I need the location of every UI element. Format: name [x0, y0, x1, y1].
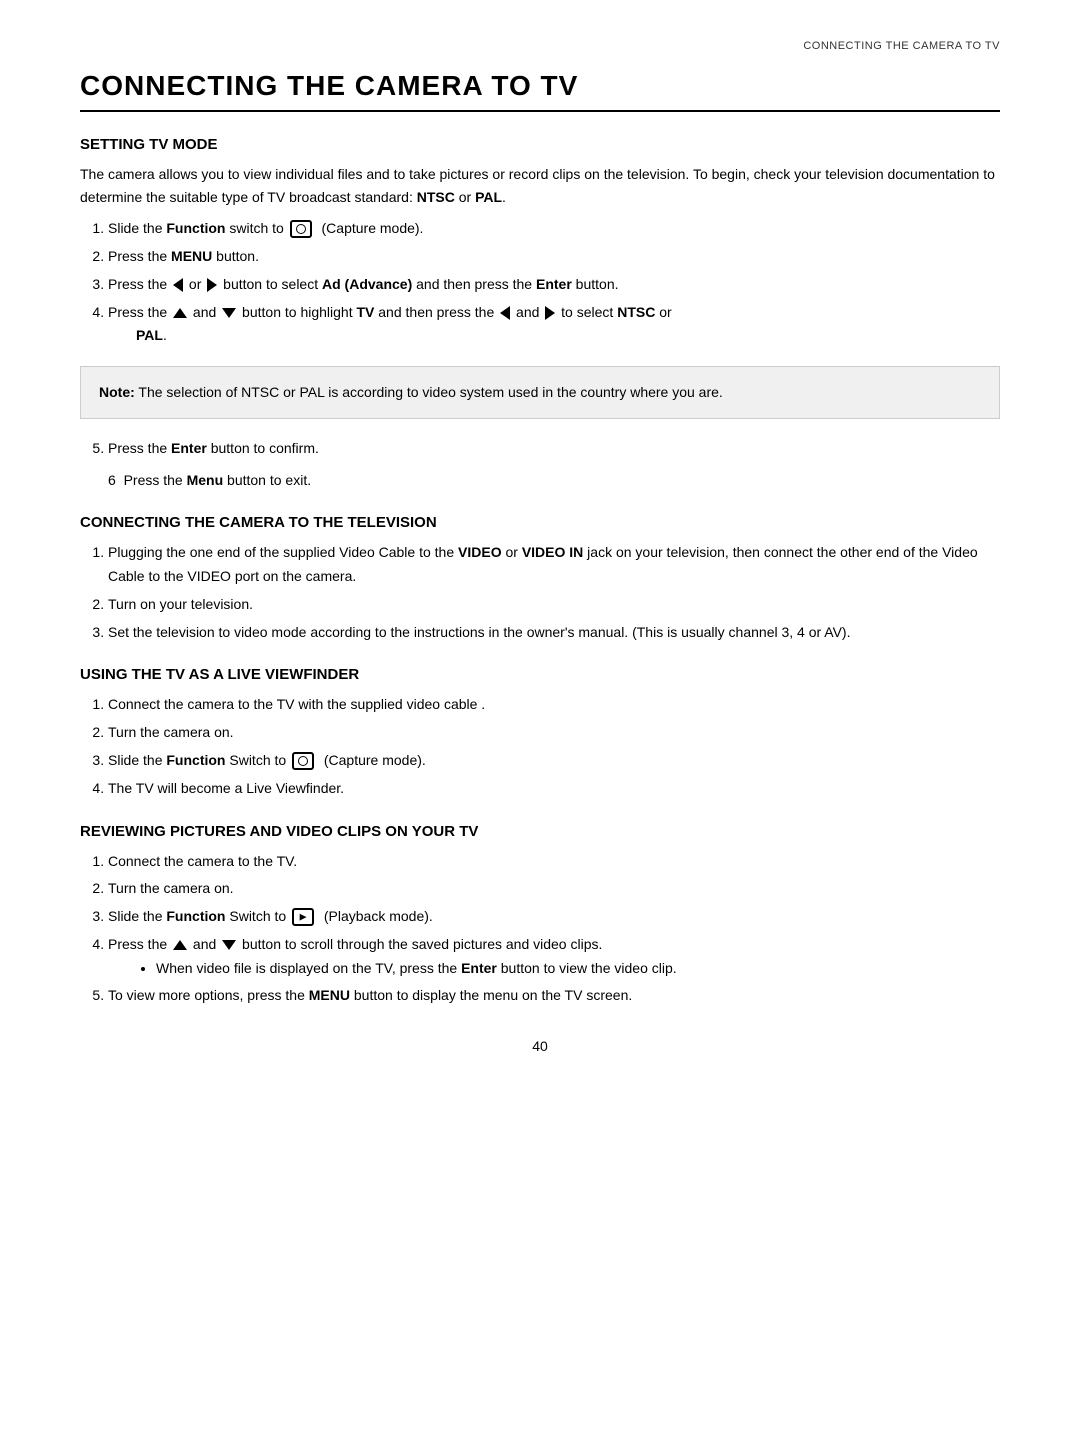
video-in-label: VIDEO IN [522, 544, 583, 560]
menu-label-3: MENU [309, 987, 350, 1003]
page: CONNECTING THE CAMERA TO TV CONNECTING T… [0, 0, 1080, 1451]
page-header: CONNECTING THE CAMERA TO TV [80, 40, 1000, 52]
main-title: CONNECTING THE CAMERA TO TV [80, 70, 1000, 112]
step-4: Press the and button to highlight TV and… [108, 301, 1000, 349]
step-5: Press the Enter button to confirm. [108, 437, 1000, 461]
ad-advance-label: Ad (Advance) [322, 276, 412, 292]
review-substeps: When video file is displayed on the TV, … [156, 957, 1000, 980]
viewfinder-step-4: The TV will become a Live Viewfinder. [108, 777, 1000, 801]
header-text: CONNECTING THE CAMERA TO TV [803, 40, 1000, 52]
arrow-up-icon-2 [173, 940, 187, 950]
step-2: Press the MENU button. [108, 245, 1000, 269]
enter-label-2: Enter [171, 440, 207, 456]
ntsc-label-2: NTSC [617, 304, 655, 320]
review-step-4: Press the and button to scroll through t… [108, 933, 1000, 980]
ntsc-label: NTSC [417, 189, 455, 205]
connect-step-2: Turn on your television. [108, 593, 1000, 617]
step-3: Press the or button to select Ad (Advanc… [108, 273, 1000, 297]
menu-label-1: MENU [171, 248, 212, 264]
menu-label-2: Menu [187, 472, 224, 488]
pal-label-2: PAL [136, 327, 163, 343]
viewfinder-step-2: Turn the camera on. [108, 721, 1000, 745]
arrow-down-icon-2 [222, 940, 236, 950]
video-label: VIDEO [458, 544, 502, 560]
section-title-connecting-camera-tv: CONNECTING THE CAMERA TO THE TELEVISION [80, 514, 1000, 531]
capture-mode-icon-2 [292, 752, 314, 770]
review-step-5: To view more options, press the MENU but… [108, 984, 1000, 1008]
connect-step-1: Plugging the one end of the supplied Vid… [108, 541, 1000, 589]
arrow-left-icon-2 [500, 306, 510, 320]
pal-label: PAL [475, 189, 502, 205]
function-label-1: Function [166, 220, 225, 236]
playback-mode-icon [292, 908, 314, 926]
note-label: Note: [99, 384, 135, 400]
step-6: 6 Press the Menu button to exit. [108, 469, 1000, 492]
step-1: Slide the Function switch to (Capture mo… [108, 217, 1000, 241]
tv-label: TV [356, 304, 374, 320]
enter-label-3: Enter [461, 960, 497, 976]
section-using-tv-viewfinder: USING THE TV AS A LIVE VIEWFINDER Connec… [80, 666, 1000, 800]
viewfinder-step-3: Slide the Function Switch to (Capture mo… [108, 749, 1000, 773]
arrow-right-icon-1 [207, 278, 217, 292]
section-reviewing-pictures: REVIEWING PICTURES AND VIDEO CLIPS ON YO… [80, 823, 1000, 1008]
setting-tv-intro: The camera allows you to view individual… [80, 163, 1000, 209]
arrow-down-icon-1 [222, 308, 236, 318]
setting-tv-steps-2: Press the Enter button to confirm. [108, 437, 1000, 461]
setting-tv-steps: Slide the Function switch to (Capture mo… [108, 217, 1000, 348]
section-setting-tv-mode: SETTING TV MODE The camera allows you to… [80, 136, 1000, 492]
function-label-2: Function [166, 752, 225, 768]
note-text: Note: The selection of NTSC or PAL is ac… [99, 384, 723, 400]
review-substep-4a: When video file is displayed on the TV, … [156, 957, 1000, 980]
enter-label-1: Enter [536, 276, 572, 292]
review-step-1: Connect the camera to the TV. [108, 850, 1000, 874]
page-number: 40 [80, 1038, 1000, 1054]
viewfinder-steps: Connect the camera to the TV with the su… [108, 693, 1000, 800]
section-title-reviewing-pictures: REVIEWING PICTURES AND VIDEO CLIPS ON YO… [80, 823, 1000, 840]
review-step-2: Turn the camera on. [108, 877, 1000, 901]
connecting-steps: Plugging the one end of the supplied Vid… [108, 541, 1000, 644]
arrow-right-icon-2 [545, 306, 555, 320]
arrow-left-icon-1 [173, 278, 183, 292]
capture-mode-icon-1 [290, 220, 312, 238]
viewfinder-step-1: Connect the camera to the TV with the su… [108, 693, 1000, 717]
connect-step-3: Set the television to video mode accordi… [108, 621, 1000, 645]
function-label-3: Function [166, 908, 225, 924]
section-connecting-camera-tv: CONNECTING THE CAMERA TO THE TELEVISION … [80, 514, 1000, 644]
arrow-up-icon-1 [173, 308, 187, 318]
section-title-setting-tv-mode: SETTING TV MODE [80, 136, 1000, 153]
review-step-3: Slide the Function Switch to (Playback m… [108, 905, 1000, 929]
section-title-using-tv-viewfinder: USING THE TV AS A LIVE VIEWFINDER [80, 666, 1000, 683]
reviewing-steps: Connect the camera to the TV. Turn the c… [108, 850, 1000, 1008]
note-box: Note: The selection of NTSC or PAL is ac… [80, 366, 1000, 419]
